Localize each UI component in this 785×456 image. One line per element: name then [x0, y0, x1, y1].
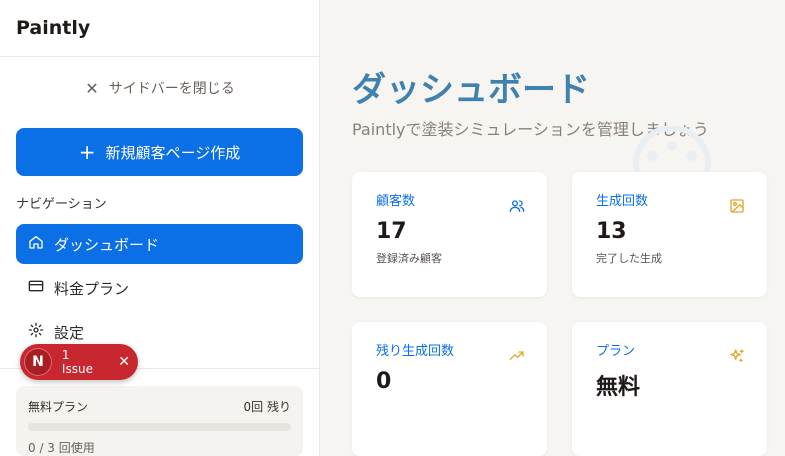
sidebar-item-label: 設定 — [54, 323, 85, 342]
stat-caption: 登録済み顧客 — [376, 252, 442, 265]
sidebar-item-label: 料金プラン — [54, 279, 130, 298]
sidebar: Paintly ✕ サイドバーを閉じる + 新規顧客ページ作成 ナビゲーション … — [0, 0, 320, 456]
stat-card-customers: 顧客数 17 登録済み顧客 — [352, 172, 547, 297]
sidebar-item-label: ダッシュボード — [54, 235, 160, 254]
sparkles-icon — [730, 349, 744, 362]
close-sidebar-button[interactable]: ✕ サイドバーを閉じる — [0, 78, 320, 98]
users-icon — [509, 200, 525, 212]
trending-up-icon — [509, 351, 524, 360]
gear-icon — [28, 322, 44, 342]
stat-label: プラン — [596, 344, 636, 359]
stat-card-generations: 生成回数 13 完了した生成 — [572, 172, 767, 297]
home-icon — [28, 234, 44, 254]
stat-label: 生成回数 — [596, 194, 649, 209]
sidebar-item-pricing[interactable]: 料金プラン — [16, 268, 303, 308]
plan-usage-box: 無料プラン 0回 残り 0 / 3 回使用 — [16, 386, 303, 456]
palette-watermark-icon — [633, 126, 711, 178]
stat-value: 17 — [376, 219, 407, 244]
stat-value: 0 — [376, 369, 392, 394]
stat-label: 顧客数 — [376, 194, 416, 209]
main-content: ダッシュボード Paintlyで塗装シミュレーションを管理しましょう 顧客数 1… — [320, 0, 785, 456]
page-title: ダッシュボード — [352, 70, 590, 110]
app-logo: Paintly — [0, 0, 319, 57]
new-customer-page-button[interactable]: + 新規顧客ページ作成 — [16, 128, 303, 176]
stat-label: 残り生成回数 — [376, 344, 455, 359]
close-sidebar-label: サイドバーを閉じる — [108, 81, 235, 97]
stat-card-remaining: 残り生成回数 0 — [352, 322, 547, 456]
issue-avatar: N — [24, 348, 52, 376]
close-icon[interactable]: ✕ — [118, 354, 130, 370]
stat-value: 無料 — [596, 375, 641, 400]
plan-usage-text: 0 / 3 回使用 — [28, 441, 95, 455]
sidebar-item-dashboard[interactable]: ダッシュボード — [16, 224, 303, 264]
stat-caption: 完了した生成 — [596, 252, 662, 265]
nav-section-title: ナビゲーション — [16, 197, 107, 212]
image-icon — [730, 199, 744, 213]
stat-value: 13 — [596, 219, 627, 244]
plus-icon: + — [78, 140, 96, 164]
new-customer-page-label: 新規顧客ページ作成 — [105, 143, 241, 162]
stat-card-plan: プラン 無料 — [572, 322, 767, 456]
plan-remaining: 0回 残り — [243, 400, 291, 414]
plan-progress-bar — [28, 423, 291, 431]
plan-name: 無料プラン — [28, 400, 89, 414]
credit-card-icon — [28, 278, 44, 298]
issue-badge[interactable]: N 1 Issue ✕ — [20, 344, 138, 380]
close-icon: ✕ — [85, 78, 99, 98]
issue-label: 1 Issue — [61, 348, 93, 376]
